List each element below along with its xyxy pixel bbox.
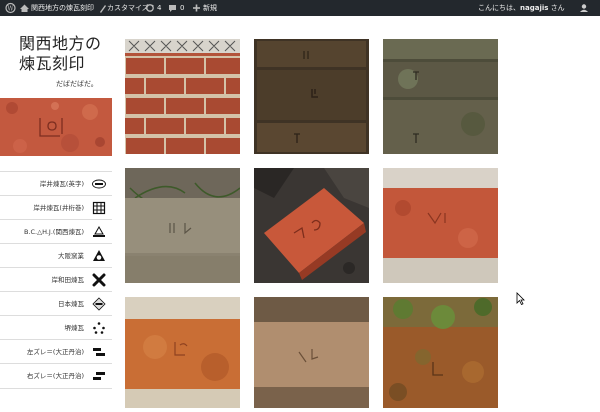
left-shift-mark-icon — [93, 348, 105, 356]
site-name-link[interactable]: 関西地方の煉瓦刻印 — [31, 0, 94, 16]
gallery-item-dark-brick-stack[interactable] — [254, 39, 369, 154]
gallery-item-red-brick-rubble[interactable] — [254, 168, 369, 283]
svg-text:W: W — [7, 6, 14, 13]
updates-icon[interactable] — [145, 0, 155, 16]
menu-item-label: 右ズレ＝(大正丹治) — [26, 372, 84, 380]
header-brick-image — [0, 98, 112, 156]
greeting-suffix: さん — [548, 4, 565, 12]
new-content-link[interactable]: 新規 — [203, 0, 217, 16]
gallery-item-orange-brick-pavement[interactable] — [125, 297, 240, 412]
menu-item-label: 堺煉瓦 — [64, 324, 85, 332]
customize-link[interactable]: カスタマイズ — [107, 0, 149, 16]
menu-item-label: 左ズレ＝(大正丹治) — [26, 348, 84, 356]
menu-item-right-shift[interactable]: 右ズレ＝(大正丹治) — [0, 363, 112, 389]
menu-item-sakai[interactable]: 堺煉瓦 — [0, 315, 112, 340]
sakai-mark-icon — [93, 322, 105, 334]
site-title[interactable]: 関西地方の 煉瓦刻印 — [19, 34, 111, 74]
kishii-english-mark-icon — [92, 179, 106, 189]
menu-item-left-shift[interactable]: 左ズレ＝(大正丹治) — [0, 339, 112, 364]
user-avatar-icon[interactable] — [578, 0, 590, 16]
kishii-igeta-mark-icon — [92, 201, 106, 215]
account-greeting[interactable]: こんにちは、nagajis さん — [478, 0, 565, 16]
menu-item-label: B.C.△H.J.(関西煉瓦) — [23, 228, 84, 236]
admin-bar: W 関西地方の煉瓦刻印 カスタマイズ 4 0 新規 こんにちは、nagajis … — [0, 0, 600, 16]
username: nagajis — [520, 4, 549, 12]
site-title-line2: 煉瓦刻印 — [19, 54, 86, 73]
menu-item-kishiwada[interactable]: 岸和田煉瓦 — [0, 267, 112, 292]
kansai-bchj-mark-icon — [93, 225, 105, 237]
menu-item-label: 日本煉瓦 — [58, 300, 84, 308]
gallery-item-mossy-brick-stack[interactable] — [383, 39, 498, 154]
comments-count[interactable]: 0 — [180, 0, 184, 16]
customize-icon[interactable] — [98, 0, 107, 16]
menu-item-osaka-yogyo[interactable]: 大阪窯業 — [0, 243, 112, 268]
menu-item-nihon-renga[interactable]: 日本煉瓦 — [0, 291, 112, 316]
kishiwada-cross-mark-icon — [92, 273, 106, 287]
greeting-text: こんにちは、 — [478, 4, 520, 12]
gallery-item-tan-brick-surface[interactable] — [254, 297, 369, 412]
gallery-item-red-brick-closeup[interactable] — [383, 168, 498, 283]
site-home-icon[interactable] — [19, 0, 30, 16]
site-title-line1: 関西地方の — [19, 34, 102, 53]
menu-item-kishii-igeta[interactable]: 岸井煉瓦(井桁巻) — [0, 195, 112, 220]
wordpress-logo-icon[interactable]: W — [5, 0, 16, 16]
osaka-yogyo-mark-icon — [93, 250, 105, 261]
menu-item-label: 岸井煉瓦(英字) — [39, 180, 84, 188]
plus-icon[interactable] — [192, 0, 201, 16]
menu-item-label: 大阪窯業 — [58, 252, 84, 260]
menu-item-kishii-english[interactable]: 岸井煉瓦(英字) — [0, 171, 112, 196]
gallery-item-moss-covered-brick[interactable] — [383, 297, 498, 412]
gallery-item-brick-wall-vent[interactable] — [125, 39, 240, 154]
mouse-cursor-icon — [516, 292, 525, 305]
menu-item-label: 岸井煉瓦(井桁巻) — [33, 204, 84, 212]
menu-item-kansai-bchj[interactable]: B.C.△H.J.(関西煉瓦) — [0, 219, 112, 244]
nihon-renga-mark-icon — [92, 297, 106, 311]
gallery-item-grey-brick-grass[interactable] — [125, 168, 240, 283]
right-shift-mark-icon — [93, 372, 105, 380]
site-tagline: だばだばだ。 — [56, 80, 98, 88]
updates-count[interactable]: 4 — [157, 0, 161, 16]
comments-icon[interactable] — [168, 0, 177, 16]
menu-item-label: 岸和田煉瓦 — [51, 276, 85, 284]
sidebar: 関西地方の 煉瓦刻印 だばだばだ。 岸井煉瓦(英字) 岸井煉瓦(井桁巻) B.C… — [0, 16, 112, 408]
